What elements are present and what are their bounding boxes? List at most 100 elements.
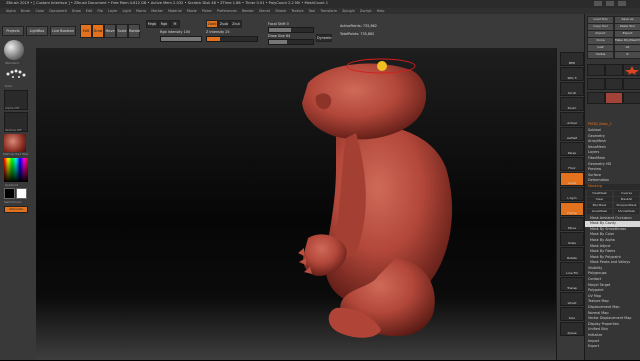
menu-item-color[interactable]: Color [35,9,44,13]
minimize-icon[interactable] [594,1,602,6]
focal-shift-slider[interactable] [268,27,314,33]
brush-thumbnail[interactable] [4,40,24,60]
mask-button-maskall[interactable]: MaskAll [614,196,639,202]
menu-item-macro[interactable]: Macro [136,9,146,13]
scale-button[interactable]: Scale [116,24,128,38]
menu-item-light[interactable]: Light [122,9,130,13]
mask-button-viewmask[interactable]: ViewMask [587,190,612,196]
sculpt-model[interactable] [36,48,556,360]
color-picker[interactable] [4,158,28,182]
menu-item-material[interactable]: Material [168,9,182,13]
menu-item-transform[interactable]: Transform [320,9,337,13]
tool-button-visible[interactable]: Visible [587,51,614,59]
rotate-button[interactable]: Rotate [128,24,140,38]
tool-thumb-polymesh[interactable] [623,78,640,90]
shelf-button-scale[interactable]: Scale [560,232,584,246]
move-button[interactable]: Move [104,24,116,38]
projects-button[interactable]: Projects [2,26,24,36]
shelf-button-l-sym[interactable]: L.Sym [560,187,584,201]
shelf-button-move[interactable]: Move [560,217,584,231]
shelf-button-frame[interactable]: Frame [560,202,584,216]
zsub-button[interactable]: Zsub [218,20,230,28]
shelf-button-ghost[interactable]: Ghost [560,292,584,306]
edit-button[interactable]: Edit [80,24,92,38]
tool-thumb-cube[interactable] [605,78,623,90]
document-canvas[interactable] [36,48,556,360]
menu-item-picker[interactable]: Picker [202,9,212,13]
shelf-button-local[interactable]: Local [560,172,584,186]
tool-thumb-current[interactable] [587,64,605,76]
tool-thumb-ring[interactable] [623,92,640,104]
tool-thumb-goz[interactable] [587,92,605,104]
rgb-button[interactable]: Rgb [158,20,170,28]
zcut-button[interactable]: Zcut [230,20,242,28]
main-color-swatch[interactable] [4,188,15,199]
shelf-button-actual[interactable]: Actual [560,112,584,126]
shelf-button-floor[interactable]: Floor [560,157,584,171]
total-points: TotalPoints: 735,862 [340,32,375,36]
mask-button-growmask[interactable]: GrowMask [587,208,612,214]
mask-button-sharpenmask[interactable]: SharpenMask [614,202,639,208]
menu-item-document[interactable]: Document [49,9,67,13]
menu-item-file[interactable]: File [97,9,103,13]
shelf-button-spix-3[interactable]: SPix 3 [560,67,584,81]
tool-thumb-star[interactable] [623,64,640,76]
menu-item-alpha[interactable]: Alpha [6,9,16,13]
menu-item-tool[interactable]: Tool [309,9,316,13]
menu-item-brush[interactable]: Brush [21,9,31,13]
mask-button-blurmask[interactable]: BlurMask [587,202,612,208]
mrgb-button[interactable]: Mrgb [146,20,158,28]
shelf-button-zoom[interactable]: Zoom [560,97,584,111]
section-export[interactable]: Export [585,344,640,350]
shelf-button-bpr[interactable]: BPR [560,52,584,66]
shelf-button-persp[interactable]: Persp [560,142,584,156]
menu-item-edit[interactable]: Edit [86,9,93,13]
menu-item-help[interactable]: Help [377,9,385,13]
shelf-button-line-fill[interactable]: Line Fill [560,262,584,276]
draw-button[interactable]: Draw [92,24,104,38]
secondary-color-swatch[interactable] [16,188,27,199]
shelf-button-aahalf[interactable]: AAHalf [560,127,584,141]
menu-item-texture[interactable]: Texture [291,9,303,13]
shelf-button-xpose[interactable]: Xpose [560,322,584,336]
menu-item-zscript[interactable]: Zscript [360,9,372,13]
tool-button-r[interactable]: R [614,51,640,59]
m-button[interactable]: M [170,20,180,28]
window-controls[interactable] [590,1,634,7]
alternate-button[interactable]: Alternate [4,206,28,213]
draw-size-slider[interactable] [268,39,314,45]
rgb-intensity-slider[interactable] [160,36,202,42]
rgb-intensity-label: Rgb Intensity 100 [160,30,191,34]
dynamic-button[interactable]: Dynamic [316,34,332,42]
live-boolean-button[interactable]: Live Boolean [50,26,76,36]
menu-item-marker[interactable]: Marker [151,9,163,13]
menu-item-layer[interactable]: Layer [108,9,117,13]
shelf-button-solo[interactable]: Solo [560,307,584,321]
menu-item-zplugin[interactable]: Zplugin [342,9,355,13]
menu-item-stroke[interactable]: Stroke [275,9,286,13]
tool-thumb-sphere[interactable] [605,64,623,76]
shelf-button-transp[interactable]: Transp [560,277,584,291]
menu-item-stencil[interactable]: Stencil [259,9,270,13]
material-thumbnail[interactable] [4,134,26,152]
mask-button-clear[interactable]: Clear [587,196,612,202]
mask-button-inverse[interactable]: Inverse [614,190,639,196]
shelf-button-scroll[interactable]: Scroll [560,82,584,96]
window-title: ZBrush 2019 • [ Custom Interface ] • ZBr… [6,1,329,5]
tool-name: PM3D_Baby_1 [588,122,612,126]
zadd-button[interactable]: Zadd [206,20,218,28]
menu-item-movie[interactable]: Movie [187,9,197,13]
lightbox-button[interactable]: LightBox [26,26,48,36]
menu-item-preferences[interactable]: Preferences [217,9,237,13]
menu-item-draw[interactable]: Draw [72,9,81,13]
tool-thumb-simplebrush[interactable] [587,78,605,90]
close-icon[interactable] [618,1,626,6]
menu-item-render[interactable]: Render [242,9,254,13]
mask-button-shrinkmask[interactable]: ShrinkMask [614,208,639,214]
switch-color-label[interactable]: SwitchColor [4,200,22,204]
tool-thumb-baby[interactable] [605,92,623,104]
z-intensity-slider[interactable] [206,36,258,42]
stroke-thumbnail[interactable] [4,62,28,84]
shelf-button-rotate[interactable]: Rotate [560,247,584,261]
maximize-icon[interactable] [606,1,614,6]
